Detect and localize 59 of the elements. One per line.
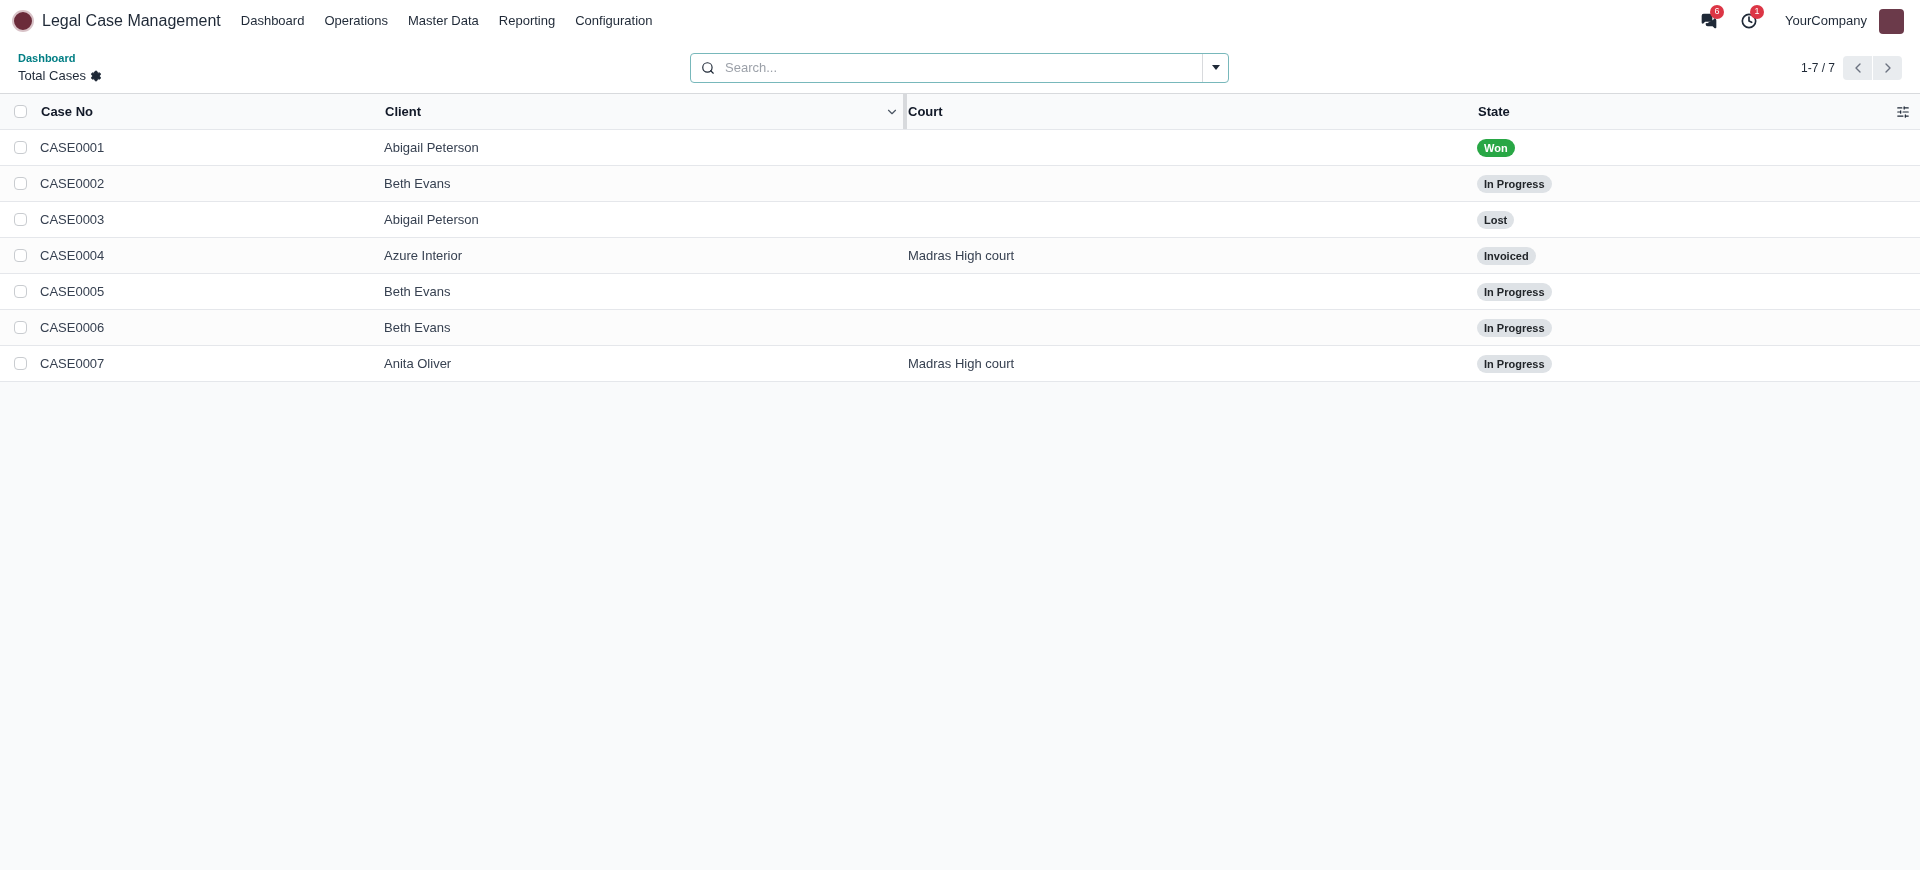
- table-cell: CASE0005: [40, 283, 105, 299]
- status-badge: In Progress: [1477, 282, 1552, 302]
- menu-item[interactable]: Reporting: [498, 11, 556, 31]
- table-cell: Beth Evans: [384, 283, 451, 299]
- table-cell: CASE0006: [40, 319, 105, 335]
- table-cell: CASE0001: [40, 139, 105, 155]
- menu-item[interactable]: Operations: [324, 11, 388, 31]
- table-cell: Abigail Peterson: [384, 139, 479, 155]
- column-header[interactable]: State: [1478, 101, 1510, 122]
- checkbox[interactable]: [13, 249, 27, 262]
- checkbox[interactable]: [13, 177, 27, 190]
- column-header[interactable]: Court: [908, 101, 943, 122]
- menu-item[interactable]: Configuration: [575, 11, 653, 31]
- breadcrumb-link[interactable]: Dashboard: [18, 49, 690, 66]
- company-name[interactable]: YourCompany: [1785, 11, 1867, 31]
- pager-value: 1-7 / 7: [1800, 59, 1835, 77]
- table-cell: Anita Oliver: [384, 355, 452, 371]
- table-cell: Beth Evans: [384, 175, 451, 191]
- table-cell: Abigail Peterson: [384, 211, 479, 227]
- page-title: Total Cases: [18, 67, 86, 85]
- sliders-icon[interactable]: [1896, 104, 1910, 119]
- table-cell: CASE0007: [40, 355, 105, 371]
- chat-icon[interactable]: [1701, 13, 1718, 29]
- checkbox[interactable]: [13, 213, 27, 226]
- checkbox[interactable]: [13, 357, 27, 370]
- menu-item[interactable]: Master Data: [408, 11, 479, 31]
- checkbox[interactable]: [13, 105, 27, 118]
- app-title[interactable]: Legal Case Management: [42, 9, 221, 33]
- checkbox[interactable]: [13, 141, 27, 154]
- checkbox[interactable]: [13, 321, 27, 334]
- checkbox[interactable]: [13, 285, 27, 298]
- caret-icon: [1211, 65, 1220, 70]
- status-badge: In Progress: [1477, 354, 1552, 374]
- search-field[interactable]: Search...: [690, 52, 1229, 83]
- column-header[interactable]: Client: [385, 101, 422, 122]
- previous-button[interactable]: [1843, 55, 1872, 80]
- notification-count: 1: [1750, 5, 1765, 19]
- table-cell: Beth Evans: [384, 319, 451, 335]
- status-badge: Invoiced: [1477, 246, 1536, 266]
- status-badge: In Progress: [1477, 318, 1552, 338]
- clock-icon[interactable]: [1741, 13, 1758, 29]
- search-icon: [701, 60, 715, 75]
- next-button[interactable]: [1873, 55, 1902, 80]
- search-input[interactable]: Search...: [725, 57, 1202, 78]
- notification-count: 6: [1710, 5, 1725, 19]
- table-cell: Madras High court: [908, 247, 1015, 263]
- column-header[interactable]: Case No: [41, 101, 94, 122]
- menu-item[interactable]: Dashboard: [240, 11, 305, 31]
- table-cell: Azure Interior: [384, 247, 463, 263]
- avatar-icon[interactable]: [1879, 8, 1904, 34]
- status-badge: Won: [1477, 138, 1515, 158]
- app-logo-icon[interactable]: [12, 10, 34, 32]
- table-cell: Madras High court: [908, 355, 1015, 371]
- table-cell: CASE0003: [40, 211, 105, 227]
- table-cell: CASE0004: [40, 247, 105, 263]
- settings-icon[interactable]: [89, 69, 102, 82]
- status-badge: In Progress: [1477, 174, 1552, 194]
- table-cell: CASE0002: [40, 175, 105, 191]
- status-badge: Lost: [1477, 210, 1515, 230]
